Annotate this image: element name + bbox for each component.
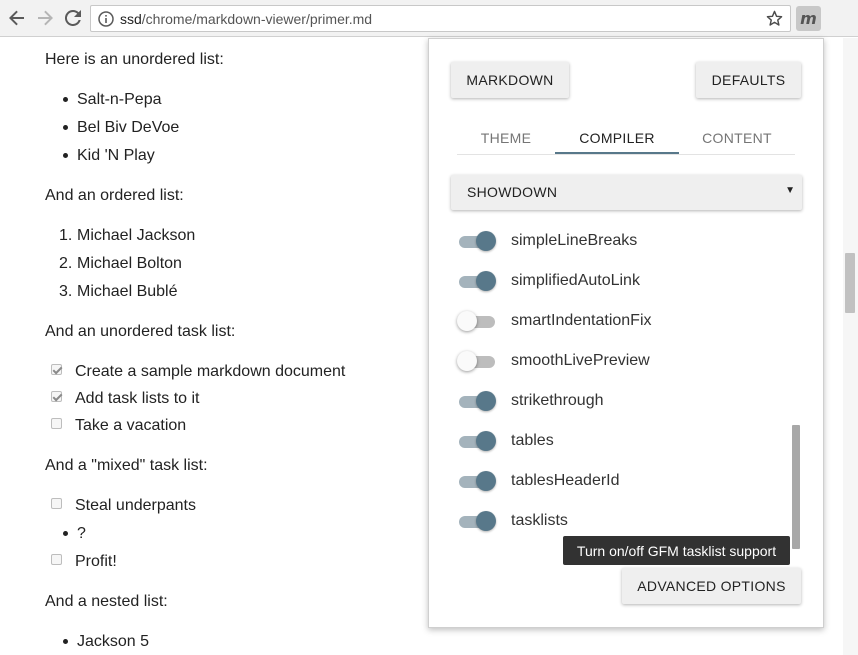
toggle-knob [476,511,496,531]
toggle-switch[interactable] [459,391,496,411]
option-smoothLivePreview: smoothLivePreview [457,347,759,373]
list-item: Michael Jackson [77,227,196,244]
task-heading: And an unordered task list: [45,323,236,340]
option-label: simpleLineBreaks [511,232,638,249]
toggle-knob [476,231,496,251]
option-label: tablesHeaderId [511,472,620,489]
toggle-switch[interactable] [459,471,496,491]
options-scrollbar[interactable] [792,227,800,549]
toggle-knob [476,391,496,411]
info-icon[interactable] [98,11,114,32]
option-label: smoothLivePreview [511,352,650,369]
bullet [63,531,68,536]
toggle-switch[interactable] [459,231,496,251]
option-label: simplifiedAutoLink [511,272,640,289]
bullet [63,125,68,130]
list-item: Kid 'N Play [77,147,155,164]
option-tasklists: tasklists [459,507,759,533]
task-item: Add task lists to it [75,390,200,407]
toggle-knob [476,471,496,491]
list-item: ? [77,525,86,542]
reload-button[interactable] [63,8,83,28]
page-scrollbar-thumb[interactable] [845,253,855,313]
tab-theme[interactable]: THEME [457,123,555,153]
option-tables: tables [459,427,759,453]
task-checkbox[interactable] [51,418,62,429]
task-checkbox[interactable] [51,498,62,509]
unordered-heading: Here is an unordered list: [45,51,224,68]
bookmark-star-icon[interactable] [766,10,783,32]
reload-icon [65,10,81,26]
task-checkbox[interactable] [51,554,62,565]
option-tablesHeaderId: tablesHeaderId [459,467,759,493]
tooltip: Turn on/off GFM tasklist support [563,536,790,565]
advanced-options-button[interactable]: ADVANCED OPTIONS [622,568,801,604]
url-text[interactable]: ssd/chrome/markdown-viewer/primer.md [120,11,372,27]
ordered-heading: And an ordered list: [45,187,184,204]
option-label: strikethrough [511,392,604,409]
url-path: /chrome/markdown-viewer/primer.md [141,11,373,27]
bullet [63,153,68,158]
toggle-knob [457,351,477,371]
list-item: Salt-n-Pepa [77,91,162,108]
option-label: tasklists [511,512,568,529]
active-tab-indicator [555,152,679,154]
toggle-switch[interactable] [457,351,495,371]
option-label: smartIndentationFix [511,312,652,329]
address-bar[interactable]: ssd/chrome/markdown-viewer/primer.md [90,5,791,32]
nested-heading: And a nested list: [45,593,168,610]
list-number: 3. [59,283,73,300]
tabs-divider [457,154,795,155]
list-number: 1. [59,227,73,244]
option-strikethrough: strikethrough [459,387,759,413]
task-checkbox[interactable] [51,391,62,402]
back-arrow-icon [9,10,24,26]
page-scrollbar[interactable] [843,38,858,655]
task-checkbox[interactable] [51,364,62,375]
toggle-knob [476,431,496,451]
task-item: Steal underpants [75,497,196,514]
bullet [63,639,68,644]
task-item: Create a sample markdown document [75,363,346,380]
forward-arrow-icon [38,10,53,26]
extension-icon: m [800,9,817,28]
compiler-select[interactable]: SHOWDOWN ▼ [451,175,802,210]
mixed-heading: And a "mixed" task list: [45,457,208,474]
option-simpleLineBreaks: simpleLineBreaks [459,227,759,253]
list-item: Michael Bublé [77,283,178,300]
dropdown-arrow-icon: ▼ [785,185,795,196]
toggle-knob [457,311,477,331]
option-simplifiedAutoLink: simplifiedAutoLink [459,267,759,293]
tab-compiler[interactable]: COMPILER [555,123,679,153]
list-item: Bel Biv DeVoe [77,119,180,136]
task-item: Profit! [75,553,117,570]
url-host: ssd [120,11,142,27]
toggle-switch[interactable] [459,271,496,291]
list-item: Michael Bolton [77,255,182,272]
toggle-switch[interactable] [457,311,495,331]
back-button[interactable] [7,8,27,28]
forward-button[interactable] [35,8,55,28]
markdown-button[interactable]: MARKDOWN [451,62,569,98]
toggle-knob [476,271,496,291]
list-item: Jackson 5 [77,633,150,650]
task-item: Take a vacation [75,417,187,434]
tab-content[interactable]: CONTENT [679,123,795,153]
bullet [63,97,68,102]
defaults-button[interactable]: DEFAULTS [696,62,801,98]
toggle-switch[interactable] [459,511,496,531]
compiler-select-value: SHOWDOWN [467,184,558,200]
toggle-switch[interactable] [459,431,496,451]
option-label: tables [511,432,554,449]
options-scrollbar-thumb[interactable] [792,425,800,549]
option-smartIndentationFix: smartIndentationFix [457,307,759,333]
markdown-viewer-extension-button[interactable]: m [796,6,821,31]
browser-toolbar: ssd/chrome/markdown-viewer/primer.md m [0,0,858,37]
list-number: 2. [59,255,73,272]
